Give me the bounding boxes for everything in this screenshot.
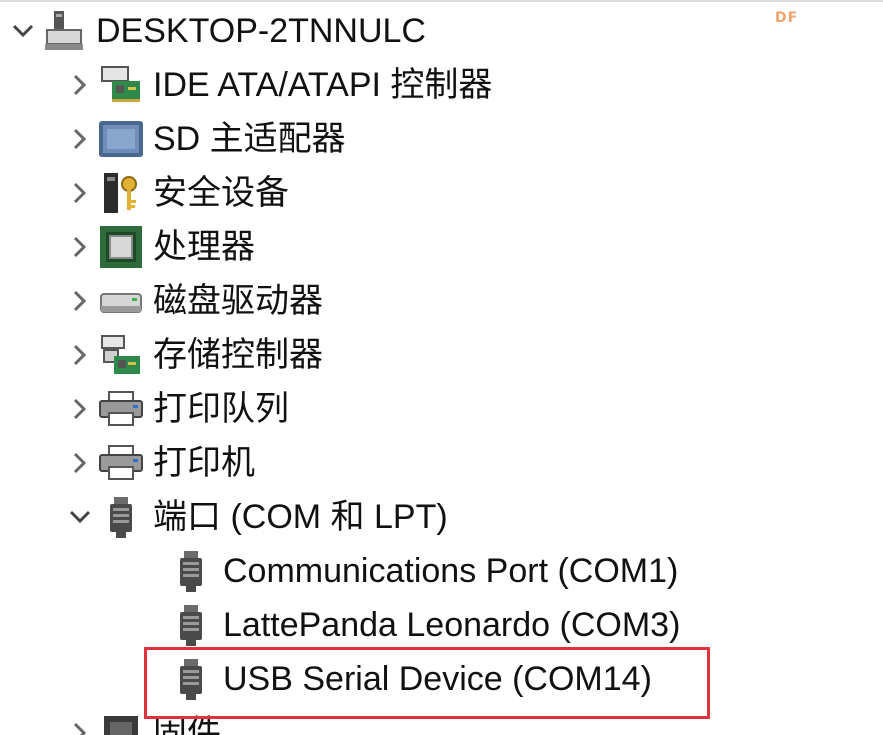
port-device-label: Communications Port (COM1) bbox=[223, 552, 679, 590]
chevron-right-icon[interactable] bbox=[65, 706, 95, 735]
tree-item-ide[interactable]: IDE ATA/ATAPI 控制器 bbox=[65, 58, 492, 112]
tree-item-storage-label: 存储控制器 bbox=[153, 336, 323, 374]
sd-host-adapter-icon bbox=[95, 112, 147, 166]
chevron-right-icon[interactable] bbox=[65, 436, 95, 490]
chevron-down-icon[interactable] bbox=[65, 490, 95, 544]
port-device-item[interactable]: Communications Port (COM1) bbox=[135, 544, 678, 598]
port-icon bbox=[95, 490, 147, 544]
tree-root[interactable]: DESKTOP-2TNNULC bbox=[8, 4, 426, 58]
chevron-down-icon[interactable] bbox=[8, 4, 38, 58]
ide-controller-icon bbox=[95, 58, 147, 112]
tree-item-processor-label: 处理器 bbox=[153, 228, 255, 266]
tree-item-storage[interactable]: 存储控制器 bbox=[65, 328, 323, 382]
firmware-icon bbox=[95, 706, 147, 735]
chevron-right-icon[interactable] bbox=[65, 166, 95, 220]
chevron-right-icon[interactable] bbox=[65, 274, 95, 328]
tree-item-sd[interactable]: SD 主适配器 bbox=[65, 112, 346, 166]
print-queue-icon bbox=[95, 382, 147, 436]
tree-item-sd-label: SD 主适配器 bbox=[153, 120, 346, 158]
tree-item-security[interactable]: 安全设备 bbox=[65, 166, 289, 220]
tree-item-disk[interactable]: 磁盘驱动器 bbox=[65, 274, 323, 328]
tree-item-printer-label: 打印机 bbox=[153, 444, 255, 482]
disk-drive-icon bbox=[95, 274, 147, 328]
tree-item-print-queue-label: 打印队列 bbox=[153, 390, 289, 428]
port-device-label: USB Serial Device (COM14) bbox=[223, 660, 652, 698]
tree-item-print-queue[interactable]: 打印队列 bbox=[65, 382, 289, 436]
device-tree: DESKTOP-2TNNULC IDE ATA/ATAPI 控制器 SD 主适配… bbox=[0, 0, 883, 735]
tree-item-disk-label: 磁盘驱动器 bbox=[153, 282, 323, 320]
tree-root-label: DESKTOP-2TNNULC bbox=[96, 12, 426, 50]
tree-item-firmware[interactable]: 固件 bbox=[65, 706, 221, 735]
port-icon bbox=[165, 544, 217, 598]
chevron-right-icon[interactable] bbox=[65, 328, 95, 382]
tree-item-ports[interactable]: 端口 (COM 和 LPT) bbox=[65, 490, 448, 544]
printer-icon bbox=[95, 436, 147, 490]
port-device-label: LattePanda Leonardo (COM3) bbox=[223, 606, 681, 644]
chevron-right-icon[interactable] bbox=[65, 382, 95, 436]
chevron-right-icon[interactable] bbox=[65, 58, 95, 112]
tree-item-printer[interactable]: 打印机 bbox=[65, 436, 255, 490]
port-device-item[interactable]: LattePanda Leonardo (COM3) bbox=[135, 598, 680, 652]
storage-controller-icon bbox=[95, 328, 147, 382]
computer-icon bbox=[38, 4, 90, 58]
tree-item-security-label: 安全设备 bbox=[153, 174, 289, 212]
security-device-icon bbox=[95, 166, 147, 220]
tree-item-ide-label: IDE ATA/ATAPI 控制器 bbox=[153, 66, 493, 104]
tree-item-firmware-label: 固件 bbox=[153, 714, 221, 735]
chevron-right-icon[interactable] bbox=[65, 112, 95, 166]
port-icon bbox=[165, 598, 217, 652]
processor-icon bbox=[95, 220, 147, 274]
port-device-item-highlighted[interactable]: USB Serial Device (COM14) bbox=[135, 652, 652, 706]
tree-item-processor[interactable]: 处理器 bbox=[65, 220, 255, 274]
tree-item-ports-label: 端口 (COM 和 LPT) bbox=[153, 498, 448, 536]
port-icon bbox=[165, 652, 217, 706]
chevron-right-icon[interactable] bbox=[65, 220, 95, 274]
